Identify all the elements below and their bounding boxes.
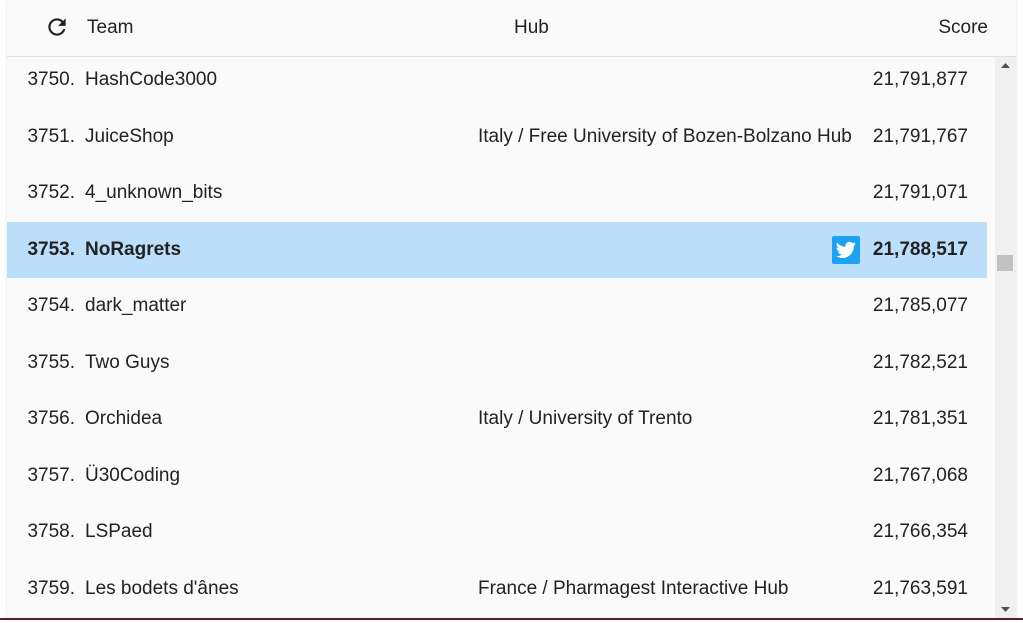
- table-row[interactable]: 3757. Ü30Coding 21,767,068: [7, 453, 987, 509]
- row-rank: 3751.: [27, 126, 75, 147]
- page-frame: Team Hub Score 3750. HashCode3000 21,791…: [0, 0, 1023, 620]
- triangle-up-icon: [1001, 63, 1010, 68]
- row-hub: France / Pharmagest Interactive Hub: [478, 578, 789, 599]
- row-hub: Italy / Free University of Bozen-Bolzano…: [478, 126, 852, 147]
- row-team: Ü30Coding: [85, 465, 181, 486]
- row-team: NoRagrets: [85, 239, 182, 260]
- row-score: 21,791,071: [872, 182, 968, 203]
- vertical-scrollbar[interactable]: [995, 57, 1016, 618]
- row-team: Two Guys: [85, 352, 170, 373]
- row-rank: 3754.: [27, 295, 75, 316]
- scoreboard-panel: Team Hub Score 3750. HashCode3000 21,791…: [7, 0, 1016, 618]
- row-rank: 3752.: [27, 182, 75, 203]
- table-row[interactable]: 3754. dark_matter 21,785,077: [7, 283, 987, 339]
- table-header: Team Hub Score: [7, 0, 1016, 57]
- row-score: 21,788,517: [872, 239, 968, 260]
- row-score: 21,763,591: [872, 578, 968, 599]
- table-row[interactable]: 3750. HashCode3000 21,791,877: [7, 57, 987, 113]
- row-team: JuiceShop: [85, 126, 174, 147]
- refresh-icon: [48, 18, 66, 36]
- row-rank: 3755.: [27, 352, 75, 373]
- twitter-share-button[interactable]: [832, 236, 860, 264]
- row-score: 21,791,877: [872, 69, 968, 90]
- row-score: 21,782,521: [872, 352, 968, 373]
- refresh-button[interactable]: [44, 14, 70, 40]
- row-rank: 3756.: [27, 408, 75, 429]
- table-row-highlighted[interactable]: 3753. NoRagrets 21,788,517: [7, 222, 987, 278]
- table-row[interactable]: 3758. LSPaed 21,766,354: [7, 509, 987, 565]
- row-team: LSPaed: [85, 521, 153, 542]
- table-row[interactable]: 3759. Les bodets d'ânes France / Pharmag…: [7, 566, 987, 618]
- scoreboard-list: 3750. HashCode3000 21,791,877 3751. Juic…: [7, 57, 987, 618]
- row-team: Orchidea: [85, 408, 163, 429]
- row-rank: 3750.: [27, 69, 75, 90]
- row-score: 21,791,767: [872, 126, 968, 147]
- row-rank: 3757.: [27, 465, 75, 486]
- scroll-down-button[interactable]: [995, 601, 1016, 618]
- column-header-team[interactable]: Team: [87, 17, 133, 39]
- column-header-score[interactable]: Score: [938, 17, 988, 39]
- scroll-up-button[interactable]: [995, 57, 1016, 74]
- row-rank: 3759.: [27, 578, 75, 599]
- row-team: dark_matter: [85, 295, 187, 316]
- row-rank: 3758.: [27, 521, 75, 542]
- row-hub: Italy / University of Trento: [478, 408, 693, 429]
- row-score: 21,766,354: [872, 521, 968, 542]
- row-team: 4_unknown_bits: [85, 182, 223, 203]
- table-row[interactable]: 3752. 4_unknown_bits 21,791,071: [7, 170, 987, 226]
- column-header-hub[interactable]: Hub: [514, 17, 549, 39]
- row-team: HashCode3000: [85, 69, 218, 90]
- row-score: 21,785,077: [872, 295, 968, 316]
- row-team: Les bodets d'ânes: [85, 578, 239, 599]
- triangle-down-icon: [1001, 607, 1010, 612]
- table-row[interactable]: 3751. JuiceShop Italy / Free University …: [7, 114, 987, 170]
- twitter-icon: [836, 241, 856, 258]
- table-row[interactable]: 3756. Orchidea Italy / University of Tre…: [7, 396, 987, 452]
- row-score: 21,781,351: [872, 408, 968, 429]
- row-score: 21,767,068: [872, 465, 968, 486]
- table-row[interactable]: 3755. Two Guys 21,782,521: [7, 340, 987, 396]
- scroll-thumb[interactable]: [997, 255, 1013, 271]
- row-rank: 3753.: [27, 239, 75, 260]
